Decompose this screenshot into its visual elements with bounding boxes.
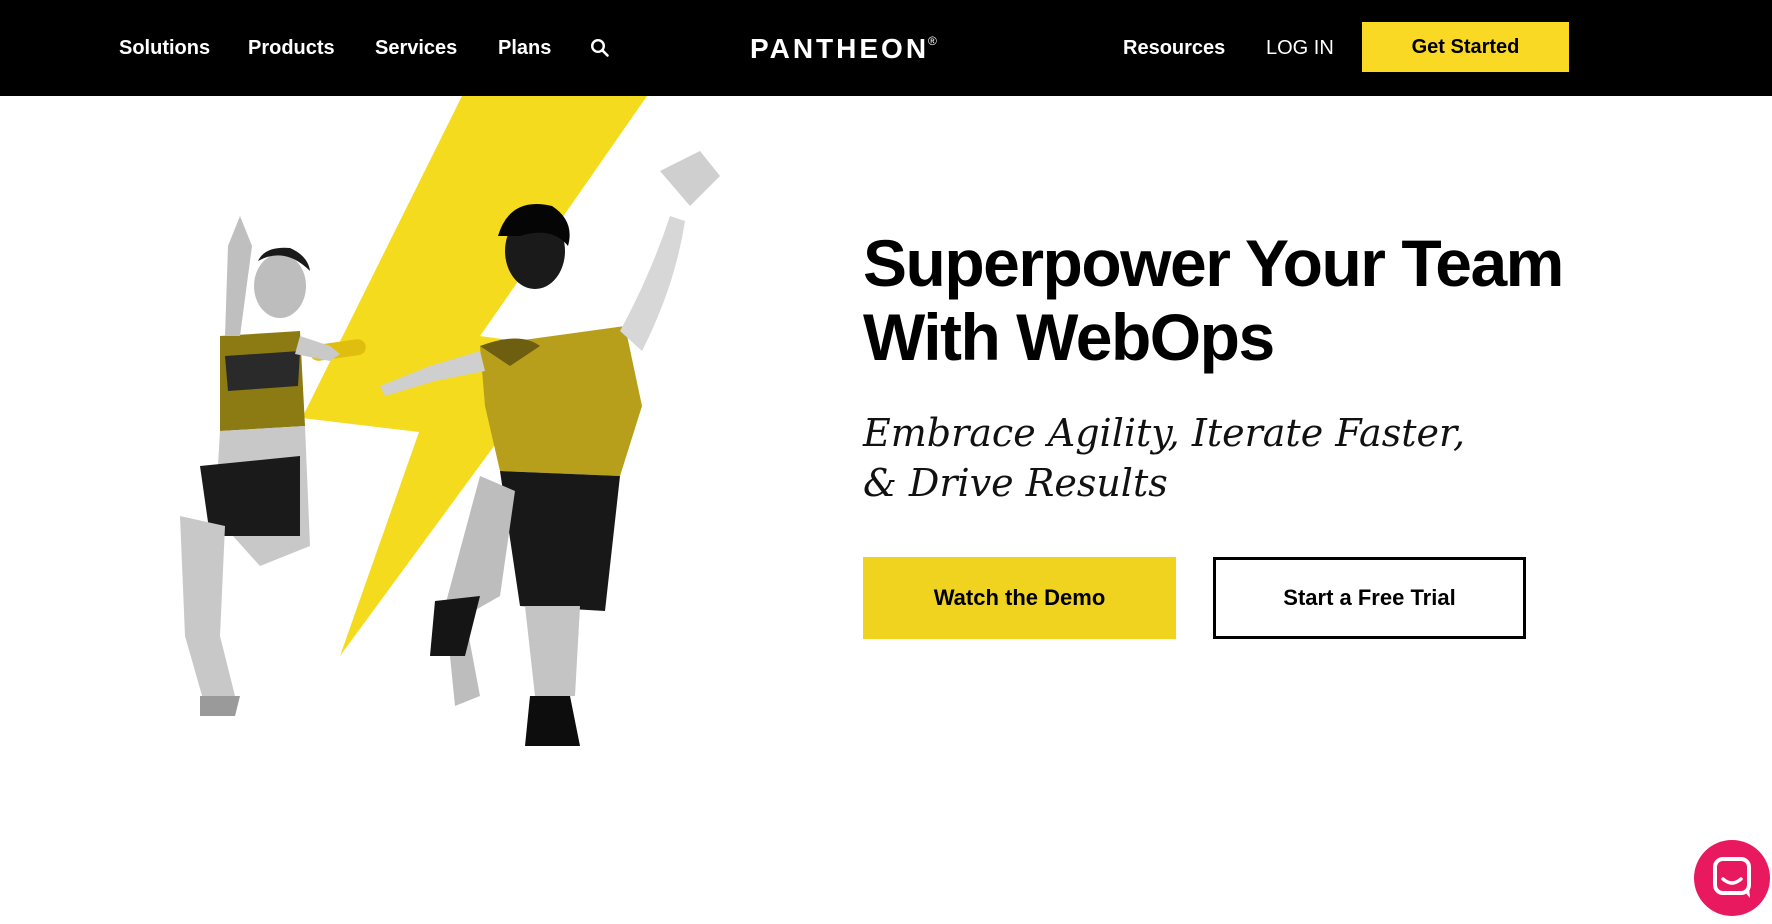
pantheon-logo[interactable]: PANTHEON [750, 33, 929, 65]
hero-headline-line-1: Superpower Your Team [863, 226, 1564, 300]
hero-subheadline: Embrace Agility, Iterate Faster, & Drive… [863, 408, 1563, 508]
watch-demo-button[interactable]: Watch the Demo [863, 557, 1176, 639]
hero-subheadline-line-2: & Drive Results [863, 461, 1168, 505]
search-icon[interactable] [590, 38, 610, 58]
nav-link-solutions[interactable]: Solutions [119, 36, 210, 60]
hero-relay-athletes-image [180, 96, 720, 746]
nav-link-resources[interactable]: Resources [1123, 36, 1225, 60]
female-runner-figure [180, 216, 340, 716]
hero-headline-line-2: With WebOps [863, 300, 1275, 374]
get-started-button[interactable]: Get Started [1362, 22, 1569, 72]
nav-link-products[interactable]: Products [248, 36, 335, 60]
top-navigation-bar: Solutions Products Services Plans PANTHE… [0, 0, 1772, 96]
hero-headline: Superpower Your Team With WebOps [863, 226, 1623, 374]
chat-bubble-icon [1713, 857, 1751, 898]
hero-subheadline-line-1: Embrace Agility, Iterate Faster, [863, 411, 1466, 455]
start-free-trial-button[interactable]: Start a Free Trial [1213, 557, 1526, 639]
chat-launcher-button[interactable] [1694, 840, 1770, 916]
registered-mark: ® [928, 34, 937, 48]
login-link[interactable]: LOG IN [1266, 36, 1334, 60]
nav-link-services[interactable]: Services [375, 36, 457, 60]
nav-link-plans[interactable]: Plans [498, 36, 551, 60]
